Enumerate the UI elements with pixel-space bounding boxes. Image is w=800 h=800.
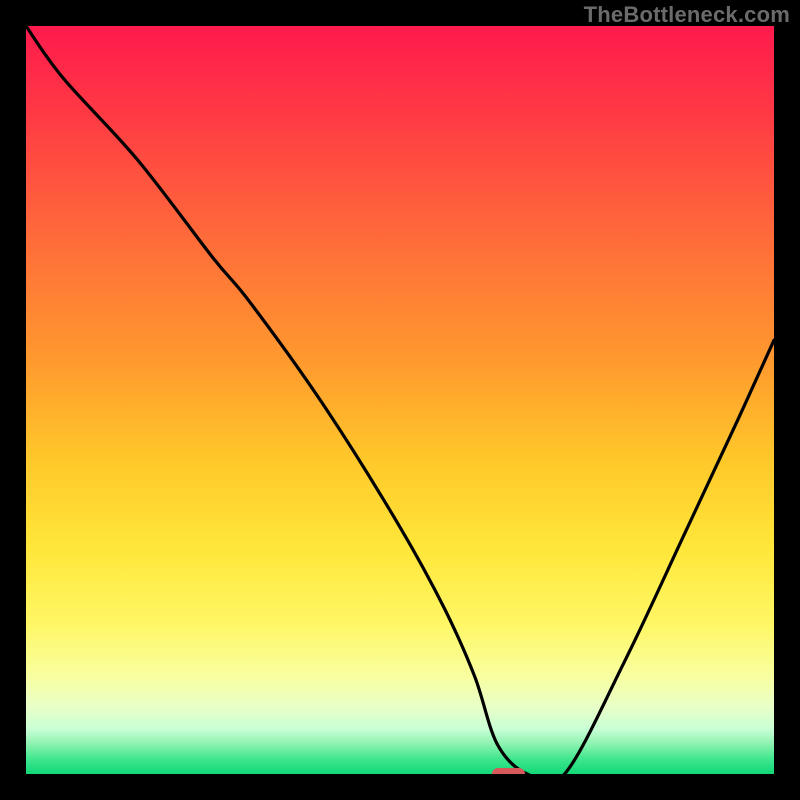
watermark-text: TheBottleneck.com	[584, 2, 790, 28]
bottleneck-curve	[26, 26, 774, 774]
chart-frame: TheBottleneck.com	[0, 0, 800, 800]
plot-area	[26, 26, 774, 774]
optimal-marker	[492, 768, 526, 774]
